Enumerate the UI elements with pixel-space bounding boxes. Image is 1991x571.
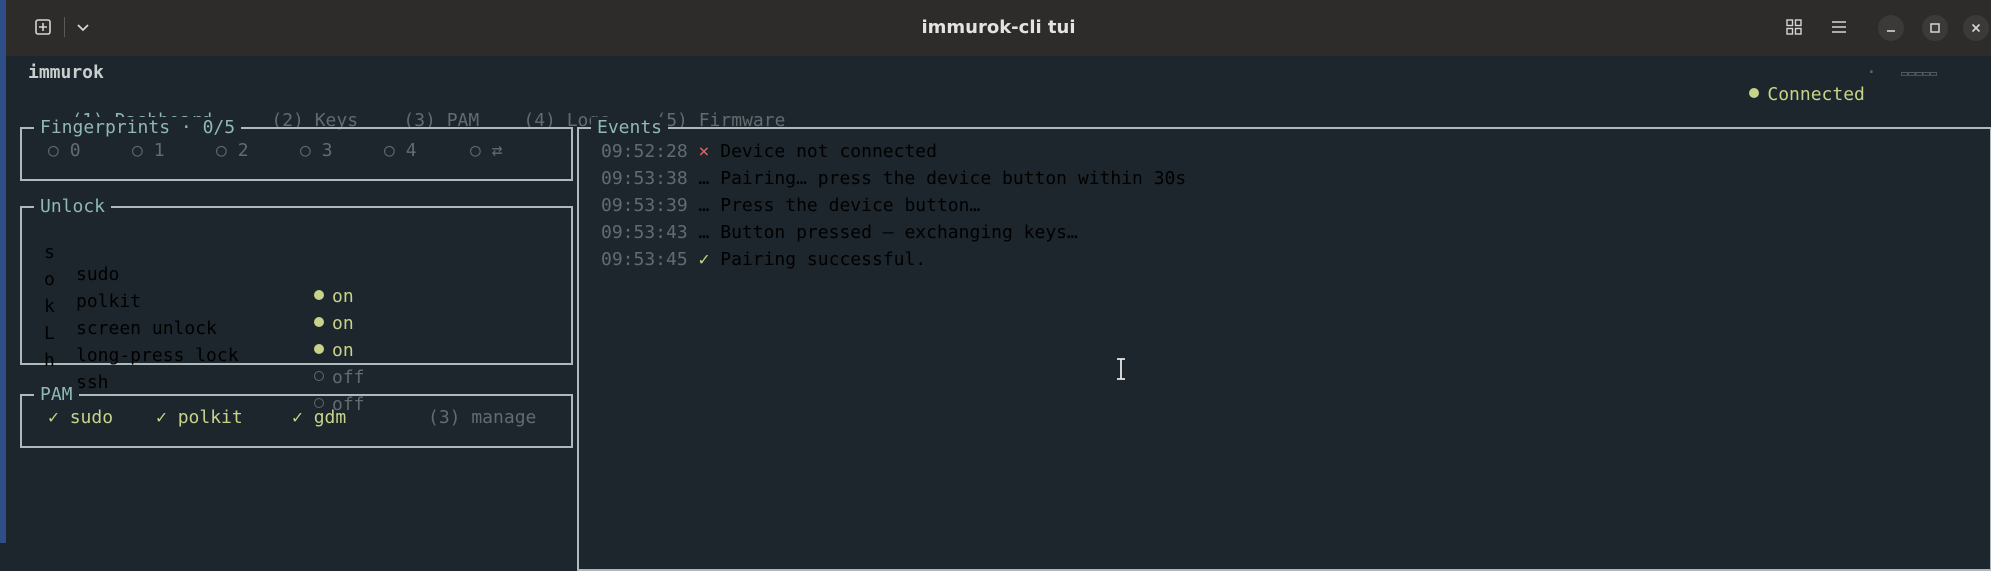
pam-manage-link[interactable]: (3) manage [428, 407, 536, 429]
check-icon: ✓ [292, 407, 303, 428]
terminal-area[interactable]: immurok Connected · ▭▭▭▭▭ (1) Dashboard … [6, 56, 1991, 571]
connection-status: Connected [1706, 62, 1865, 128]
events-title: Events [591, 117, 669, 139]
pam-item-polkit: ✓ polkit [156, 407, 243, 428]
check-icon: ✓ [156, 407, 167, 428]
ellipsis-icon: … [698, 168, 710, 189]
window-title: immurok-cli tui [921, 17, 1076, 38]
fingerprints-panel: Fingerprints · 0/5 ○ 0 ○ 1 ○ 2 ○ 3 ○ 4 ○… [20, 117, 573, 181]
window-titlebar: immurok-cli tui [6, 0, 1991, 56]
fingerprint-slot-1[interactable]: ○ 1 [132, 140, 165, 162]
app-name: immurok [28, 62, 104, 83]
event-row: 09:52:28 × Device not connected [601, 141, 937, 162]
events-panel: Events 09:52:28 × Device not connected 0… [577, 117, 1991, 571]
maximize-icon[interactable] [1922, 15, 1948, 41]
pam-item-sudo: ✓ sudo [48, 407, 114, 428]
fingerprint-slot-0[interactable]: ○ 0 [48, 140, 81, 162]
fingerprints-title: Fingerprints · 0/5 [34, 117, 242, 139]
status-separator: · [1866, 62, 1877, 83]
ellipsis-icon: … [698, 222, 710, 243]
unlock-title: Unlock [34, 196, 112, 218]
pam-item-gdm: ✓ gdm [292, 407, 347, 428]
fingerprint-slot-4[interactable]: ○ 4 [384, 140, 417, 162]
grid-icon[interactable] [1784, 17, 1804, 37]
close-icon[interactable] [1963, 15, 1989, 41]
pam-title: PAM [34, 384, 79, 406]
check-icon: ✓ [48, 407, 59, 428]
hamburger-menu-icon[interactable] [1829, 17, 1849, 37]
ellipsis-icon: … [698, 195, 710, 216]
unlock-panel: Unlock s sudo on o polkit on k screen un… [20, 196, 573, 415]
minimize-icon[interactable] [1878, 15, 1904, 41]
event-row: 09:53:38 … Pairing… press the device but… [601, 168, 1187, 189]
event-row: 09:53:39 … Press the device button… [601, 195, 981, 216]
pam-panel: PAM ✓ sudo ✓ polkit ✓ gdm (3) manage [20, 384, 573, 448]
event-row: 09:53:45 ✓ Pairing successful. [601, 249, 927, 270]
swap-icon: ⇄ [491, 140, 503, 161]
event-row: 09:53:43 … Button pressed — exchanging k… [601, 222, 1078, 243]
text-cursor-icon [1116, 358, 1126, 380]
fingerprint-swap[interactable]: ○ ⇄ [470, 140, 503, 162]
battery-icon: ▭▭▭▭▭ [1901, 66, 1938, 80]
status-dot-icon [1749, 88, 1760, 98]
fingerprint-slot-3[interactable]: ○ 3 [300, 140, 333, 162]
error-icon: × [698, 141, 710, 162]
fingerprint-slot-2[interactable]: ○ 2 [216, 140, 249, 162]
check-icon: ✓ [698, 249, 710, 270]
